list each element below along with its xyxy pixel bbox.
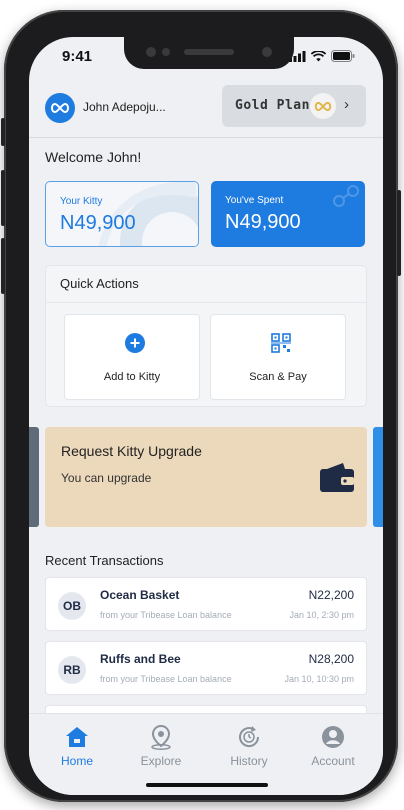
transaction-source: from your Tribease Loan balance: [100, 674, 232, 684]
transaction-date: Jan 10, 2:30 pm: [289, 610, 354, 620]
tab-history-label: History: [230, 754, 268, 768]
quick-actions-divider: [46, 302, 366, 303]
phone-screen: 9:41 John Adepoju... Gold Plan › Welcome…: [29, 37, 383, 795]
battery-icon: [331, 50, 355, 62]
notch: [124, 37, 294, 69]
kitty-card[interactable]: Your Kitty N49,900: [45, 181, 199, 247]
home-indicator[interactable]: [146, 783, 268, 787]
spent-label: You've Spent: [225, 195, 284, 206]
chevron-right-icon: ›: [344, 96, 349, 113]
speaker-grille: [184, 49, 234, 55]
user-icon: [322, 726, 344, 748]
tab-history[interactable]: History: [209, 724, 289, 768]
camera-dot: [146, 47, 156, 57]
transaction-name: Ocean Basket: [100, 588, 180, 602]
plus-circle-icon: [125, 333, 145, 353]
scan-and-pay-button[interactable]: Scan & Pay: [210, 314, 346, 400]
quick-actions-title: Quick Actions: [60, 276, 139, 291]
transaction-avatar: OB: [58, 592, 86, 620]
tab-account[interactable]: Account: [293, 724, 373, 768]
plan-badge: [310, 93, 336, 119]
status-time: 9:41: [62, 48, 93, 65]
transaction-row[interactable]: RB Ruffs and Bee from your Tribease Loan…: [45, 641, 367, 695]
history-icon: [239, 726, 260, 748]
phone-frame: 9:41 John Adepoju... Gold Plan › Welcome…: [1, 10, 401, 802]
map-pin-icon: [151, 724, 171, 750]
user-avatar[interactable]: [45, 93, 75, 123]
spent-card-decoration-icon: [333, 185, 359, 207]
volume-down-button: [1, 238, 5, 294]
infinity-logo-icon: [51, 103, 69, 113]
power-button: [397, 190, 401, 276]
tab-explore-label: Explore: [140, 754, 182, 768]
volume-up-button: [1, 170, 5, 226]
carousel-prev-card[interactable]: [29, 427, 39, 527]
plan-label: Gold Plan: [235, 98, 310, 113]
transaction-amount: N28,200: [308, 652, 354, 666]
upgrade-title: Request Kitty Upgrade: [61, 443, 202, 459]
transaction-amount: N22,200: [308, 588, 354, 602]
scan-and-pay-label: Scan & Pay: [249, 371, 307, 383]
kitty-label: Your Kitty: [60, 196, 103, 207]
wifi-icon: [311, 50, 326, 61]
front-camera: [262, 47, 272, 57]
app-header: John Adepoju... Gold Plan ›: [29, 83, 383, 133]
spent-card[interactable]: You've Spent N49,900: [211, 181, 365, 247]
upgrade-subtitle: You can upgrade: [61, 471, 152, 485]
recent-transactions-title: Recent Transactions: [45, 553, 164, 568]
user-name[interactable]: John Adepoju...: [83, 100, 166, 114]
quick-actions-panel: Quick Actions Add to Kitty Scan & Pay: [45, 265, 367, 407]
gold-plan-button[interactable]: Gold Plan ›: [222, 85, 366, 127]
tab-explore[interactable]: Explore: [121, 724, 201, 768]
transaction-avatar: RB: [58, 656, 86, 684]
welcome-text: Welcome John!: [45, 149, 142, 165]
sensor-dot: [162, 48, 170, 56]
kitty-value: N49,900: [60, 212, 136, 234]
add-to-kitty-button[interactable]: Add to Kitty: [64, 314, 200, 400]
qr-code-icon: [271, 333, 291, 353]
transaction-name: Ruffs and Bee: [100, 652, 181, 666]
transaction-source: from your Tribease Loan balance: [100, 610, 232, 620]
transaction-date: Jan 10, 10:30 pm: [284, 674, 354, 684]
request-upgrade-card[interactable]: Request Kitty Upgrade You can upgrade: [45, 427, 367, 527]
transaction-row[interactable]: OB Ocean Basket from your Tribease Loan …: [45, 577, 367, 631]
carousel-next-card[interactable]: [373, 427, 383, 527]
tab-home[interactable]: Home: [37, 724, 117, 768]
wallet-icon: [320, 463, 354, 492]
add-to-kitty-label: Add to Kitty: [103, 371, 161, 383]
status-icons: [289, 50, 355, 62]
header-divider: [29, 137, 383, 138]
mute-switch: [1, 118, 5, 146]
tab-home-label: Home: [60, 754, 93, 768]
tab-account-label: Account: [311, 754, 355, 768]
home-icon: [66, 727, 88, 747]
spent-value: N49,900: [225, 211, 301, 233]
gold-infinity-icon: [314, 101, 332, 111]
